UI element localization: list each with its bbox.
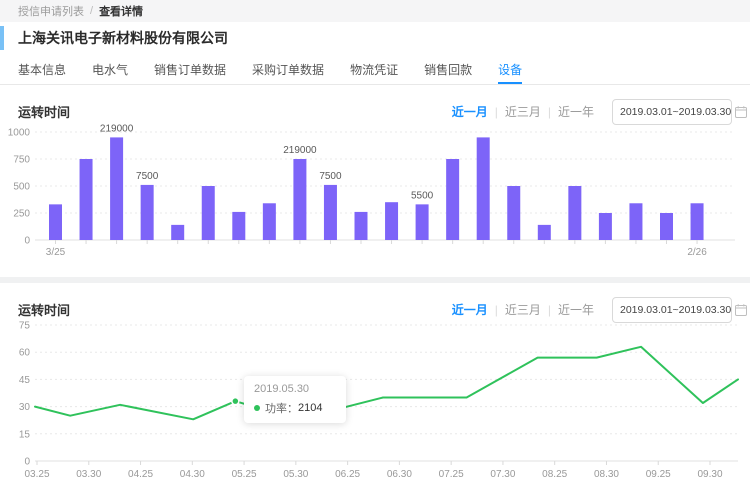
x-axis-tick-label: 06.25 — [335, 469, 360, 480]
bar[interactable] — [629, 203, 642, 240]
bar-chart-header: 运转时间 近一月 | 近三月 | 近一年 2019.03.01~2019.03.30 — [0, 85, 750, 125]
bar-value-label: 7500 — [136, 171, 159, 182]
x-axis-tick-label: 05.30 — [283, 469, 308, 480]
line-chart-date-range-value: 2019.03.01~2019.03.30 — [620, 304, 731, 316]
bar-chart-title: 运转时间 — [18, 102, 70, 121]
x-axis-tick-label: 03.30 — [76, 469, 101, 480]
bar[interactable] — [232, 212, 245, 240]
hovered-point-marker[interactable] — [232, 398, 239, 405]
bar[interactable] — [446, 159, 459, 240]
y-axis-tick-label: 750 — [13, 155, 30, 166]
bar[interactable] — [141, 185, 154, 240]
x-axis-tick-label: 05.25 — [232, 469, 257, 480]
period-separator: | — [548, 303, 551, 317]
y-axis-tick-label: 45 — [19, 375, 31, 386]
bar-value-label: 219000 — [283, 145, 317, 156]
x-axis-tick-label: 06.30 — [387, 469, 412, 480]
y-axis-tick-label: 15 — [19, 429, 31, 440]
breadcrumb: 授信申请列表 / 查看详情 — [0, 0, 750, 22]
period-separator: | — [548, 105, 551, 119]
tab-3[interactable]: 采购订单数据 — [252, 54, 324, 84]
x-axis-tick-label: 09.30 — [697, 469, 722, 480]
tab-1[interactable]: 电水气 — [92, 54, 128, 84]
bar[interactable] — [691, 203, 704, 240]
bar-chart-plot: 0 250 500 750 1000 3/25 219000 7500 219000 7500 55… — [0, 120, 750, 280]
y-axis-tick-label: 60 — [19, 348, 31, 359]
x-axis-tick-label: 03.25 — [24, 469, 49, 480]
bar[interactable] — [171, 225, 184, 240]
bar[interactable] — [355, 212, 368, 240]
tab-2[interactable]: 销售订单数据 — [154, 54, 226, 84]
period-separator: | — [495, 303, 498, 317]
bar[interactable] — [293, 159, 306, 240]
company-title-row: 上海关讯电子新材料股份有限公司 — [0, 22, 750, 54]
y-axis-tick-label: 75 — [19, 321, 31, 332]
period-option-1[interactable]: 近三月 — [505, 301, 541, 318]
bar-value-label: 219000 — [100, 123, 134, 134]
y-axis-tick-label: 30 — [19, 402, 31, 413]
tab-5[interactable]: 销售回款 — [424, 54, 472, 84]
y-axis-tick-label: 500 — [13, 182, 30, 193]
tab-0[interactable]: 基本信息 — [18, 54, 66, 84]
bar[interactable] — [110, 137, 123, 240]
bar[interactable] — [568, 186, 581, 240]
y-axis-tick-label: 250 — [13, 209, 30, 220]
bar-chart-period-switch: 近一月 | 近三月 | 近一年 — [452, 103, 594, 120]
x-axis-tick-label: 3/25 — [46, 247, 66, 258]
runtime-bar-chart-card: 运转时间 近一月 | 近三月 | 近一年 2019.03.01~2019.03.30 0… — [0, 85, 750, 277]
breadcrumb-current: 查看详情 — [99, 3, 143, 19]
period-separator: | — [495, 105, 498, 119]
tab-bar: 基本信息电水气销售订单数据采购订单数据物流凭证销售回款设备 — [0, 54, 750, 85]
runtime-line-chart-card: 运转时间 近一月 | 近三月 | 近一年 2019.03.01~2019.03.30 0… — [0, 283, 750, 484]
x-axis-tick-label: 07.30 — [490, 469, 515, 480]
x-axis-tick-label: 07.25 — [439, 469, 464, 480]
bar[interactable] — [385, 202, 398, 240]
breadcrumb-separator: / — [90, 5, 93, 17]
period-option-0[interactable]: 近一月 — [452, 103, 488, 120]
breadcrumb-parent-link[interactable]: 授信申请列表 — [18, 3, 84, 19]
bar[interactable] — [324, 185, 337, 240]
line-chart-period-switch: 近一月 | 近三月 | 近一年 — [452, 301, 594, 318]
x-axis-tick-label: 08.25 — [542, 469, 567, 480]
calendar-icon — [735, 304, 747, 316]
period-option-2[interactable]: 近一年 — [558, 103, 594, 120]
bar-chart-date-range-value: 2019.03.01~2019.03.30 — [620, 106, 731, 118]
period-option-1[interactable]: 近三月 — [505, 103, 541, 120]
page-title: 上海关讯电子新材料股份有限公司 — [18, 28, 228, 48]
tab-4[interactable]: 物流凭证 — [350, 54, 398, 84]
y-axis-tick-label: 1000 — [8, 128, 31, 139]
bar[interactable] — [263, 203, 276, 240]
line-chart-header: 运转时间 近一月 | 近三月 | 近一年 2019.03.01~2019.03.30 — [0, 283, 750, 323]
title-accent-bar — [0, 26, 4, 50]
bar[interactable] — [49, 204, 62, 240]
bar[interactable] — [538, 225, 551, 240]
bar[interactable] — [202, 186, 215, 240]
line-chart-title: 运转时间 — [18, 300, 70, 319]
bar[interactable] — [477, 137, 490, 240]
bar-value-label: 7500 — [319, 171, 342, 182]
tab-6[interactable]: 设备 — [498, 54, 522, 84]
x-axis-tick-label: 2/26 — [687, 247, 707, 258]
device-detail-page: 授信申请列表 / 查看详情 上海关讯电子新材料股份有限公司 基本信息电水气销售订… — [0, 0, 750, 484]
period-option-2[interactable]: 近一年 — [558, 301, 594, 318]
y-axis-tick-label: 0 — [24, 236, 30, 247]
x-axis-tick-label: 08.30 — [594, 469, 619, 480]
x-axis-tick-label: 04.30 — [180, 469, 205, 480]
calendar-icon — [735, 106, 747, 118]
bar[interactable] — [507, 186, 520, 240]
bar-value-label: 5500 — [411, 190, 434, 201]
bar[interactable] — [599, 213, 612, 240]
bar[interactable] — [660, 213, 673, 240]
x-axis-tick-label: 09.25 — [646, 469, 671, 480]
bar[interactable] — [416, 204, 429, 240]
period-option-0[interactable]: 近一月 — [452, 301, 488, 318]
x-axis-tick-label: 04.25 — [128, 469, 153, 480]
power-line-series[interactable] — [35, 347, 738, 420]
line-chart-plot: 0 15 30 45 60 75 03.25 03.30 04.25 04.30 05.25 05.3… — [0, 318, 750, 489]
y-axis-tick-label: 0 — [24, 457, 30, 468]
bar[interactable] — [80, 159, 93, 240]
